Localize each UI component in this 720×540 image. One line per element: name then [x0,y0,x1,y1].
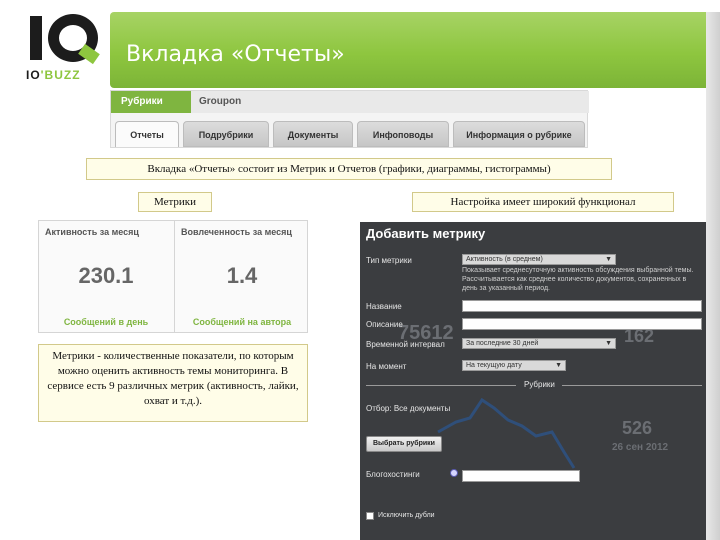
metric-footer: Сообщений в день [63,317,149,327]
tab-reports[interactable]: Отчеты [115,121,179,147]
metric-value: 1.4 [226,263,258,288]
interval-label: Временной интервал [366,340,445,349]
tab-documents[interactable]: Документы [273,121,353,147]
metric-footer: Сообщений на автора [192,317,292,327]
tab-rubric-info[interactable]: Информация о рубрике [453,121,585,147]
chevron-down-icon: ▼ [555,362,562,369]
intro-caption: Вкладка «Отчеты» состоит из Метрик и Отч… [86,158,612,180]
exclude-duplicates-label: Исключить дубли [378,512,435,519]
logo-mark [26,10,102,68]
report-tabs: Отчеты Подрубрики Документы Инфоповоды И… [111,121,589,149]
metric-type-select[interactable]: Активность (в среднем) ▼ [462,254,616,265]
logo-text: IO'BUZZ [26,68,102,82]
settings-caption: Настройка имеет широкий функционал [412,192,674,212]
tabs-top-bar: Рубрики Groupon [111,91,589,113]
title-band: Вкладка «Отчеты» [110,12,710,88]
logo-text-accent: 'BUZZ [40,68,81,82]
metric-type-hint: Показывает среднесуточную активность обс… [462,267,694,292]
bg-chart-line [437,397,576,469]
name-input[interactable] [462,300,702,312]
logo-text-main: IO [26,68,41,82]
logo-q-tail [78,43,100,65]
tab-rubrics[interactable]: Рубрики [111,91,191,113]
separator-line [366,385,516,386]
interval-select[interactable]: За последние 30 дней ▼ [462,338,616,349]
blogs-radio[interactable] [450,469,458,477]
name-label: Название [366,302,402,311]
metric-engagement[interactable]: Вовлеченность за месяц 1.4 Сообщений на … [174,221,308,332]
moment-select[interactable]: На текущую дату ▼ [462,360,566,371]
metric-header: Активность за месяц [45,227,139,237]
rubrics-separator: Рубрики [366,380,702,390]
iqbuzz-logo: IO'BUZZ [26,10,102,82]
tab-subrubrics[interactable]: Подрубрики [183,121,269,147]
dialog-title: Добавить метрику [366,226,486,241]
metric-value: 230.1 [78,263,134,288]
separator-line [562,385,702,386]
moment-label: На момент [366,362,407,371]
metric-activity[interactable]: Активность за месяц 230.1 Сообщений в де… [39,221,173,332]
add-metric-dialog: 75612 162 526 26 сен 2012 Добавить метри… [360,222,706,540]
description-input[interactable] [462,318,702,330]
metrics-caption: Метрики [138,192,212,212]
rubric-group-name: Groupon [199,96,242,107]
tab-newsbreaks[interactable]: Инфоповоды [357,121,449,147]
exclude-duplicates-checkbox[interactable] [366,512,374,520]
slide-title: Вкладка «Отчеты» [126,42,345,67]
logo-i-bar [30,16,42,60]
right-edge-shadow [706,12,720,540]
chevron-down-icon: ▼ [605,256,612,263]
description-label: Описание [366,320,403,329]
blogs-label: Блогохостинги [366,470,420,479]
sources-label: Отбор: Все документы [366,404,451,413]
rubrics-section-label: Рубрики [524,380,555,389]
type-label: Тип метрики [366,256,412,265]
interval-value: За последние 30 дней [466,340,539,347]
chevron-down-icon: ▼ [605,340,612,347]
tabs-screenshot: Рубрики Groupon Отчеты Подрубрики Докуме… [110,90,589,149]
metrics-widget: Активность за месяц 230.1 Сообщений в де… [38,220,308,333]
moment-value: На текущую дату [466,362,522,369]
metric-header: Вовлеченность за месяц [181,227,292,237]
metrics-description: Метрики - количественные показатели, по … [38,344,308,422]
choose-rubrics-button[interactable]: Выбрать рубрики [366,436,442,452]
blogs-input[interactable] [462,470,580,482]
metric-type-value: Активность (в среднем) [466,256,543,263]
